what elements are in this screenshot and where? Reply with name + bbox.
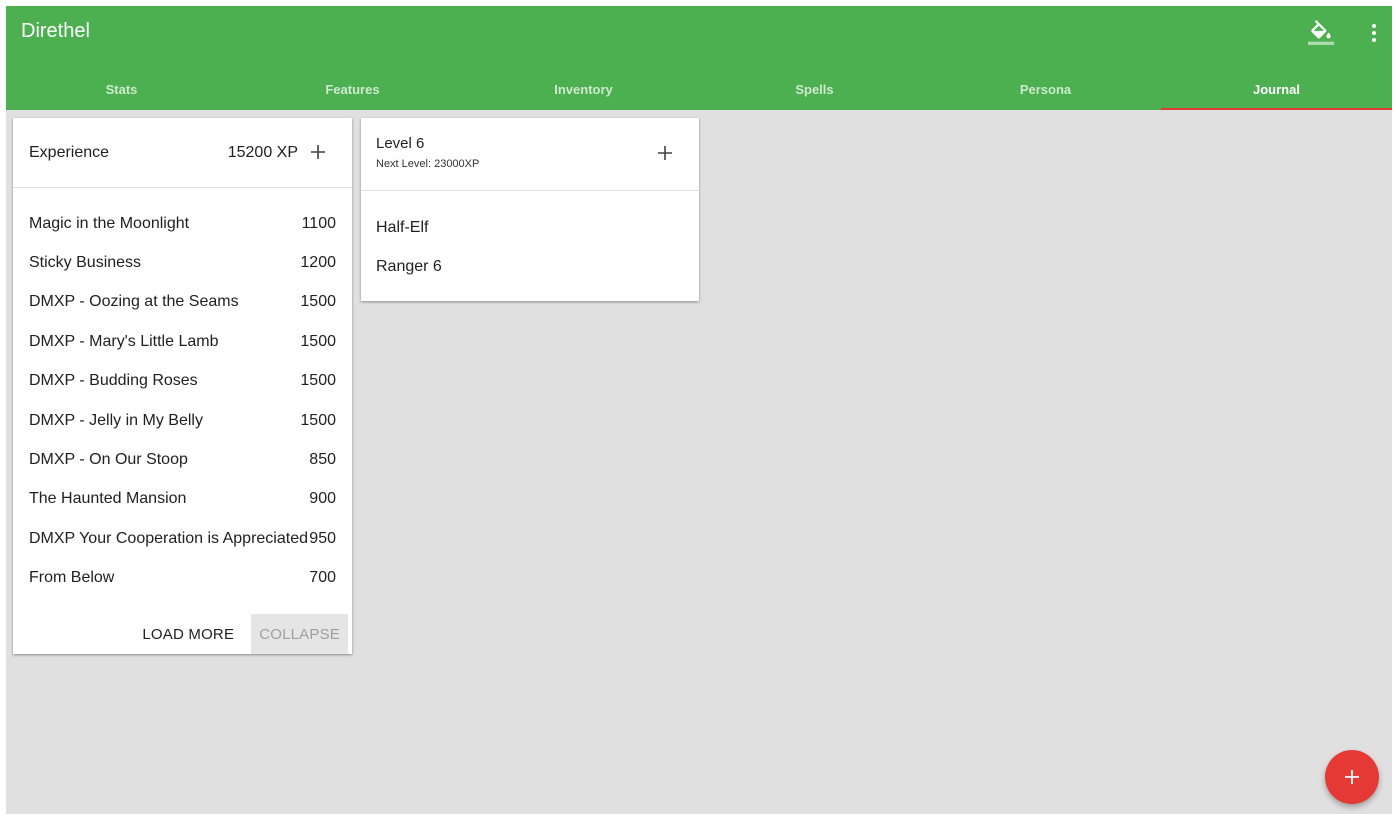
entry-name: DMXP - On Our Stoop (29, 451, 188, 469)
entry-xp: 1500 (300, 372, 336, 390)
list-item[interactable]: From Below 700 (13, 559, 352, 598)
entry-name: DMXP - Budding Roses (29, 372, 198, 390)
entry-xp: 1500 (300, 411, 336, 429)
tab-bar: Stats Features Inventory Spells Persona … (6, 68, 1392, 110)
list-item[interactable]: Magic in the Moonlight 1100 (13, 204, 352, 243)
list-item[interactable]: DMXP - Budding Roses 1500 (13, 362, 352, 401)
experience-total: 15200 XP (227, 144, 298, 161)
plus-icon (311, 145, 325, 159)
more-vert-icon (1372, 24, 1376, 42)
list-item[interactable]: DMXP Your Cooperation is Appreciated 950 (13, 519, 352, 558)
format-color-fill-icon (1308, 20, 1334, 45)
more-menu-button[interactable] (1356, 15, 1392, 51)
list-item[interactable]: DMXP - Jelly in My Belly 1500 (13, 401, 352, 440)
list-item[interactable]: Sticky Business 1200 (13, 243, 352, 282)
entry-name: DMXP Your Cooperation is Appreciated (29, 529, 308, 547)
level-title: Level 6 (376, 135, 425, 152)
entry-xp: 850 (309, 451, 336, 469)
entry-name: DMXP - Mary's Little Lamb (29, 332, 219, 350)
experience-header: Experience 15200 XP (13, 118, 352, 188)
race-item[interactable]: Half-Elf (361, 208, 699, 247)
entry-xp: 1500 (300, 332, 336, 350)
list-item[interactable]: DMXP - Mary's Little Lamb 1500 (13, 322, 352, 361)
experience-actions: LOAD MORE COLLAPSE (134, 614, 348, 654)
level-header: Level 6 Next Level: 23000XP (361, 118, 699, 191)
level-card: Level 6 Next Level: 23000XP Half-Elf Ran… (361, 118, 699, 301)
entry-name: From Below (29, 569, 115, 587)
entry-xp: 1500 (300, 293, 336, 311)
list-item[interactable]: DMXP - Oozing at the Seams 1500 (13, 283, 352, 322)
entry-name: Sticky Business (29, 254, 142, 272)
entry-xp: 700 (309, 569, 336, 587)
list-item[interactable]: DMXP - On Our Stoop 850 (13, 440, 352, 479)
plus-icon (658, 146, 672, 160)
tab-spells[interactable]: Spells (699, 68, 930, 110)
experience-card: Experience 15200 XP Magic in the Moonlig… (13, 118, 352, 654)
entry-xp: 1200 (300, 254, 336, 272)
character-name: Direthel (21, 20, 90, 42)
add-entry-fab[interactable] (1325, 750, 1379, 804)
experience-list: Magic in the Moonlight 1100 Sticky Busine… (13, 204, 352, 598)
experience-label: Experience (29, 144, 110, 161)
plus-icon (1345, 770, 1359, 784)
app-frame: Direthel Stats Features Inventory Spells… (6, 6, 1392, 814)
tab-features[interactable]: Features (237, 68, 468, 110)
class-item[interactable]: Ranger 6 (361, 247, 699, 286)
tab-inventory[interactable]: Inventory (468, 68, 699, 110)
entry-xp: 950 (309, 529, 336, 547)
entry-name: Magic in the Moonlight (29, 214, 190, 232)
app-bar: Direthel Stats Features Inventory Spells… (6, 6, 1392, 110)
theme-button[interactable] (1303, 15, 1339, 51)
tab-journal[interactable]: Journal (1161, 68, 1392, 110)
load-more-button[interactable]: LOAD MORE (134, 614, 242, 654)
add-experience-button[interactable] (300, 134, 336, 170)
entry-name: The Haunted Mansion (29, 490, 187, 508)
tab-stats[interactable]: Stats (6, 68, 237, 110)
collapse-button[interactable]: COLLAPSE (251, 614, 348, 654)
next-level-text: Next Level: 23000XP (376, 158, 480, 170)
entry-name: DMXP - Jelly in My Belly (29, 411, 203, 429)
level-details-list: Half-Elf Ranger 6 (361, 208, 699, 286)
tab-persona[interactable]: Persona (930, 68, 1161, 110)
list-item[interactable]: The Haunted Mansion 900 (13, 480, 352, 519)
entry-xp: 1100 (301, 214, 336, 232)
entry-name: DMXP - Oozing at the Seams (29, 293, 239, 311)
entry-xp: 900 (309, 490, 336, 508)
add-level-button[interactable] (647, 135, 683, 171)
